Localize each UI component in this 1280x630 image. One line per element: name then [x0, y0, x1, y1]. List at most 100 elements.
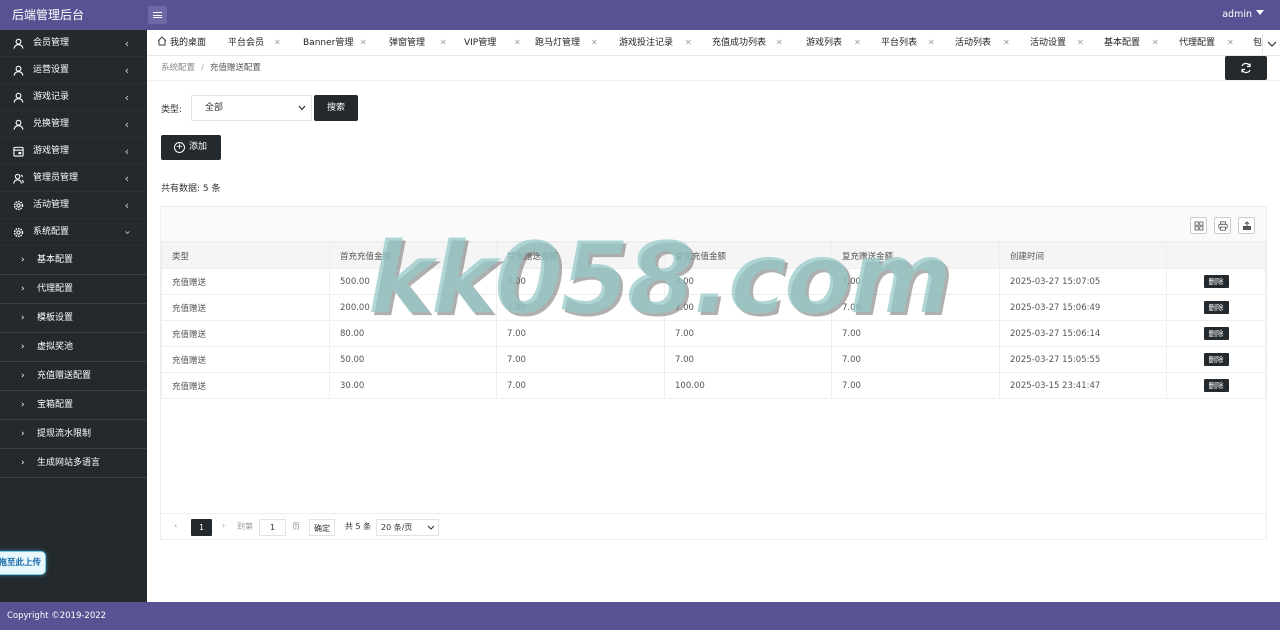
close-icon[interactable]: ✕ — [440, 30, 447, 55]
table-cell: 7.00 — [496, 372, 665, 399]
sidebar-item-label: 会员管理 — [33, 38, 70, 48]
sidebar-item-admins[interactable]: 管理员管理 ‹ — [0, 165, 147, 192]
table-row: 充值赠送 500.00 7.00 7.00 7.00 2025-03-27 15… — [161, 268, 1266, 295]
page-size-select[interactable]: 20 条/页 — [376, 519, 439, 536]
sidebar-item-operations[interactable]: 运营设置 ‹ — [0, 57, 147, 84]
print-button[interactable] — [1214, 217, 1231, 234]
upload-drop-button[interactable]: 拖至此上传 — [0, 551, 46, 575]
column-header[interactable]: 首充充值金额 — [329, 242, 497, 269]
search-button[interactable]: 搜索 — [314, 95, 358, 121]
sidebar-sub-agent-config[interactable]: › 代理配置 — [0, 275, 147, 304]
sidebar-item-exchange[interactable]: 兑换管理 ‹ — [0, 111, 147, 138]
sidebar-sub-site-languages[interactable]: › 生成网站多语言 — [0, 449, 147, 478]
column-header[interactable]: 复充赠送金额 — [831, 242, 1000, 269]
table-cell: 7.00 — [831, 372, 1000, 399]
type-select-value: 全部 — [205, 103, 224, 113]
sidebar-sub-recharge-bonus[interactable]: › 充值赠送配置 — [0, 362, 147, 391]
sidebar-item-label: 游戏管理 — [33, 146, 70, 156]
sidebar-item-system-config[interactable]: 系统配置 ‹ — [0, 219, 147, 246]
page-confirm-button[interactable]: 确定 — [309, 519, 335, 536]
close-icon[interactable]: ✕ — [360, 30, 367, 55]
tab-label: 跑马灯管理 — [535, 38, 581, 48]
type-select[interactable]: 全部 — [191, 95, 312, 121]
tab-label: 活动列表 — [955, 38, 992, 48]
table-panel: 类型 首充充值金额 首充赠送金额 复充充值金额 复充赠送金额 创建时间 充值赠送… — [160, 206, 1267, 540]
column-header[interactable]: 复充充值金额 — [664, 242, 832, 269]
column-header[interactable]: 首充赠送金额 — [496, 242, 665, 269]
page-size-value: 20 条/页 — [381, 523, 413, 532]
close-icon[interactable]: ✕ — [514, 30, 521, 55]
footer: Copyright ©2019-2022 — [0, 602, 1280, 630]
close-icon[interactable]: ✕ — [1003, 30, 1010, 55]
table-cell-actions: 删除 — [1166, 320, 1266, 347]
page-current[interactable]: 1 — [191, 519, 212, 536]
user-menu[interactable]: admin — [1222, 0, 1264, 30]
sidebar-sub-label: 虚拟奖池 — [37, 342, 74, 352]
add-button[interactable]: + 添加 — [161, 135, 221, 160]
delete-button[interactable]: 删除 — [1203, 379, 1229, 392]
menu-toggle-button[interactable] — [148, 6, 167, 24]
tab-desktop[interactable]: 我的桌面 — [157, 30, 206, 55]
delete-button[interactable]: 删除 — [1203, 327, 1229, 340]
tab-game-list[interactable]: 游戏列表 ✕ — [806, 30, 861, 55]
close-icon[interactable]: ✕ — [591, 30, 598, 55]
close-icon[interactable]: ✕ — [1077, 30, 1084, 55]
page-input[interactable]: 1 — [259, 519, 286, 536]
table-cell: 2025-03-27 15:05:55 — [999, 346, 1167, 373]
sidebar-item-members[interactable]: 会员管理 ‹ — [0, 30, 147, 57]
close-icon[interactable]: ✕ — [274, 30, 281, 55]
tab-platform-list[interactable]: 平台列表 ✕ — [881, 30, 935, 55]
sidebar-sub-virtual-pool[interactable]: › 虚拟奖池 — [0, 333, 147, 362]
tab-activity-settings[interactable]: 活动设置 ✕ — [1030, 30, 1084, 55]
chevron-down-icon — [1267, 41, 1276, 47]
chevron-left-icon: ‹ — [124, 172, 129, 185]
prev-page-icon[interactable]: ‹ — [174, 521, 177, 530]
tab-activity-list[interactable]: 活动列表 ✕ — [955, 30, 1010, 55]
user-icon — [13, 92, 24, 103]
chevron-left-icon: ‹ — [124, 37, 129, 50]
tab-marquee[interactable]: 跑马灯管理 ✕ — [535, 30, 598, 55]
delete-button[interactable]: 删除 — [1203, 275, 1229, 288]
chevron-left-icon: ‹ — [124, 199, 129, 212]
user-name: admin — [1222, 9, 1252, 20]
chevron-left-icon: ‹ — [124, 145, 129, 158]
sidebar-item-activities[interactable]: 活动管理 ‹ — [0, 192, 147, 219]
sidebar-sub-basic-config[interactable]: › 基本配置 — [0, 246, 147, 275]
export-button[interactable] — [1238, 217, 1255, 234]
close-icon[interactable]: ✕ — [776, 30, 783, 55]
tab-overflow[interactable]: 包 — [1253, 30, 1262, 55]
tab-banner[interactable]: Banner管理 ✕ — [303, 30, 367, 55]
next-page-icon[interactable]: › — [222, 521, 225, 530]
record-count: 共有数据: 5 条 — [161, 184, 221, 194]
sidebar-sub-template-settings[interactable]: › 模板设置 — [0, 304, 147, 333]
sidebar-item-games[interactable]: 游戏管理 ‹ — [0, 138, 147, 165]
delete-button[interactable]: 删除 — [1203, 301, 1229, 314]
close-icon[interactable]: ✕ — [685, 30, 692, 55]
close-icon[interactable]: ✕ — [928, 30, 935, 55]
column-header[interactable]: 类型 — [161, 242, 330, 269]
sidebar-item-game-records[interactable]: 游戏记录 ‹ — [0, 84, 147, 111]
breadcrumb-parent[interactable]: 系统配置 — [161, 63, 195, 73]
tab-vip[interactable]: VIP管理 ✕ — [464, 30, 521, 55]
tab-platform-members[interactable]: 平台会员 ✕ — [228, 30, 281, 55]
close-icon[interactable]: ✕ — [854, 30, 861, 55]
tab-bet-records[interactable]: 游戏投注记录 ✕ — [619, 30, 692, 55]
tab-agent-config[interactable]: 代理配置 ✕ — [1179, 30, 1234, 55]
sidebar-sub-treasure-box[interactable]: › 宝箱配置 — [0, 391, 147, 420]
delete-button[interactable]: 删除 — [1203, 353, 1229, 366]
close-icon[interactable]: ✕ — [1227, 30, 1234, 55]
sidebar-sub-withdraw-limit[interactable]: › 提现流水限制 — [0, 420, 147, 449]
tab-recharge-list[interactable]: 充值成功列表 ✕ — [712, 30, 783, 55]
table-cell: 100.00 — [664, 372, 832, 399]
columns-filter-button[interactable] — [1190, 217, 1207, 234]
table-header-row: 类型 首充充值金额 首充赠送金额 复充充值金额 复充赠送金额 创建时间 — [161, 242, 1266, 269]
column-header[interactable]: 创建时间 — [999, 242, 1167, 269]
chevron-left-icon: ‹ — [124, 91, 129, 104]
tab-basic-config[interactable]: 基本配置 ✕ — [1104, 30, 1159, 55]
refresh-button[interactable] — [1225, 56, 1267, 80]
top-header: 后端管理后台 admin — [0, 0, 1280, 30]
tab-popup[interactable]: 弹窗管理 ✕ — [389, 30, 447, 55]
tab-dropdown-button[interactable] — [1262, 34, 1280, 54]
close-icon[interactable]: ✕ — [1152, 30, 1159, 55]
sidebar-item-label: 游戏记录 — [33, 92, 70, 102]
